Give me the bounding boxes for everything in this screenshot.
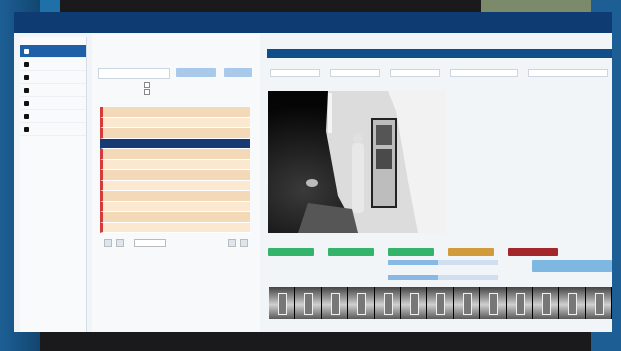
thumbnail[interactable] — [427, 287, 454, 319]
thumbnail-strip — [269, 287, 612, 319]
checkbox[interactable] — [144, 82, 150, 88]
thumbnail[interactable] — [585, 287, 612, 319]
page-size-select[interactable] — [134, 239, 166, 247]
slider-track[interactable] — [388, 260, 498, 265]
thumbnail[interactable] — [295, 287, 322, 319]
field-value — [330, 69, 380, 77]
thumbnail[interactable] — [269, 287, 296, 319]
next-page-button[interactable] — [116, 239, 124, 247]
table-row[interactable] — [100, 180, 250, 191]
thumbnail[interactable] — [400, 287, 428, 319]
camera-frame — [268, 91, 446, 233]
thumbnail[interactable] — [321, 287, 349, 319]
navigation-sidebar — [20, 37, 87, 332]
slider-fill — [388, 260, 438, 265]
nav-icon — [24, 100, 29, 106]
action-button[interactable] — [268, 248, 314, 256]
nav-icon — [24, 87, 29, 93]
nav-item[interactable] — [20, 97, 86, 110]
slider-track[interactable] — [388, 275, 498, 280]
field-value — [390, 69, 440, 77]
field-value — [528, 69, 608, 77]
previous-page-button[interactable] — [104, 239, 112, 247]
thumbnail[interactable] — [480, 287, 507, 319]
table-row[interactable] — [100, 212, 250, 223]
thumbnail[interactable] — [348, 287, 375, 319]
table-row[interactable] — [100, 149, 250, 160]
table-row[interactable] — [100, 117, 250, 128]
filter-button[interactable] — [224, 68, 252, 77]
table-row[interactable] — [100, 201, 250, 212]
thumbnail[interactable] — [559, 287, 586, 319]
nav-item[interactable] — [20, 123, 86, 136]
thumbnail[interactable] — [374, 287, 401, 319]
top-bar — [14, 12, 612, 33]
table-row[interactable] — [100, 170, 250, 181]
nav-item[interactable] — [20, 58, 86, 71]
detail-header — [267, 49, 612, 58]
nav-item[interactable] — [20, 45, 86, 58]
checkbox[interactable] — [144, 89, 150, 95]
filter-input[interactable] — [98, 68, 170, 79]
slider-fill — [388, 275, 438, 280]
table-row[interactable] — [100, 159, 250, 170]
last-page-button[interactable] — [240, 239, 248, 247]
nav-icon — [24, 126, 29, 132]
table-row[interactable] — [100, 107, 250, 118]
filter-button[interactable] — [176, 68, 216, 77]
video-player[interactable] — [268, 91, 446, 233]
app-window — [14, 12, 612, 332]
nav-icon — [24, 48, 29, 54]
action-button[interactable] — [448, 248, 494, 256]
action-button[interactable] — [508, 248, 558, 256]
thumbnail[interactable] — [532, 287, 560, 319]
table-row[interactable] — [100, 222, 250, 233]
thumbnail[interactable] — [506, 287, 533, 319]
field-value — [270, 69, 320, 77]
table-row[interactable] — [100, 138, 250, 149]
primary-button[interactable] — [532, 260, 612, 272]
pager — [100, 239, 250, 247]
table-header — [100, 98, 250, 106]
events-table — [100, 107, 250, 233]
navigation-heading — [20, 37, 86, 45]
thumbnail[interactable] — [453, 287, 481, 319]
table-row[interactable] — [100, 128, 250, 139]
table-row[interactable] — [100, 191, 250, 202]
field-value — [450, 69, 518, 77]
first-page-button[interactable] — [228, 239, 236, 247]
event-detail-panel — [264, 34, 612, 332]
nav-icon — [24, 61, 29, 67]
action-button[interactable] — [388, 248, 434, 256]
action-button[interactable] — [328, 248, 374, 256]
nav-icon — [24, 113, 29, 119]
events-panel — [92, 34, 260, 332]
nav-item[interactable] — [20, 110, 86, 123]
nav-item[interactable] — [20, 71, 86, 84]
nav-item[interactable] — [20, 84, 86, 97]
nav-icon — [24, 74, 29, 80]
